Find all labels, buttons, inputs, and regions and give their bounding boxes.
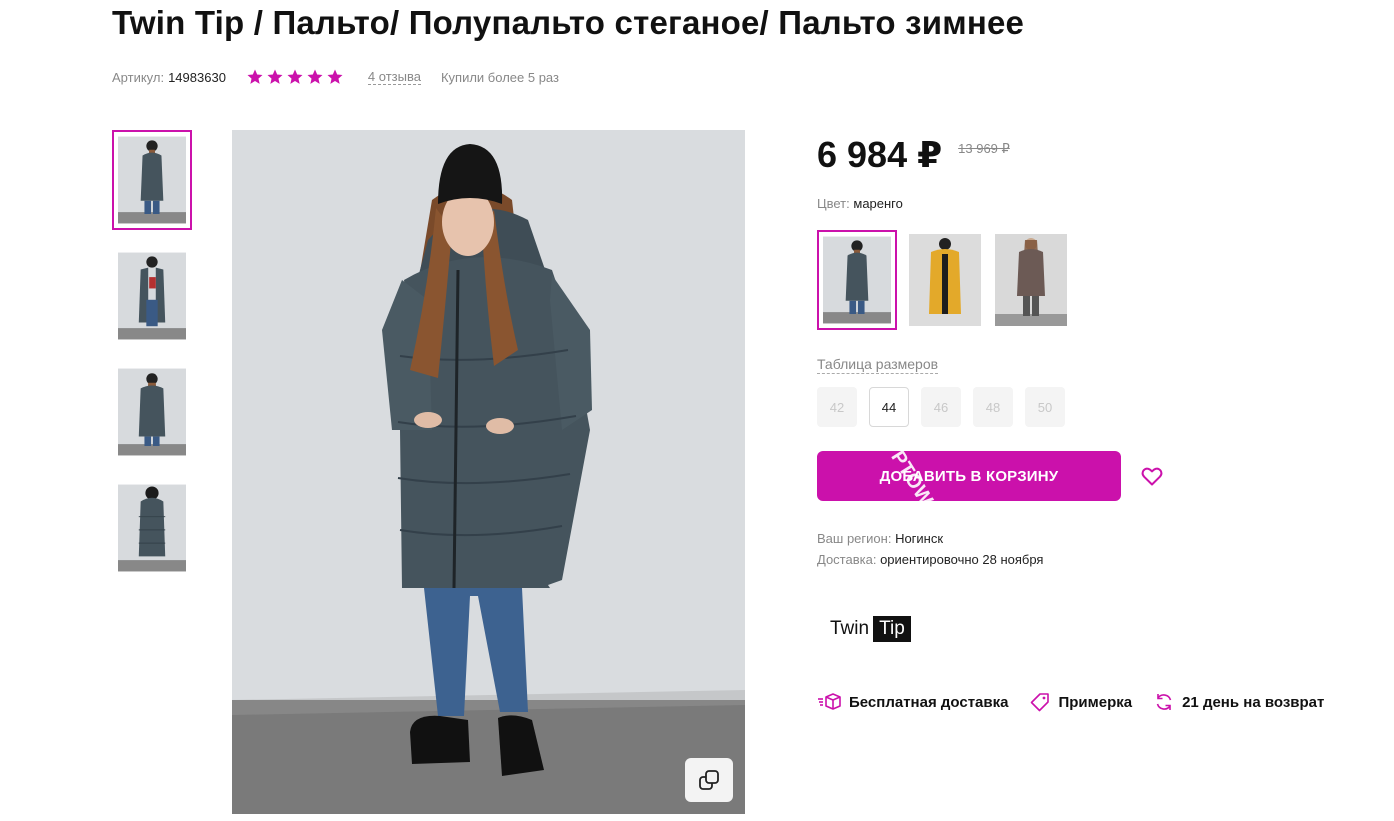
tag-icon xyxy=(1031,693,1050,712)
rating-stars xyxy=(246,68,344,86)
thumbnail-front-open[interactable] xyxy=(112,246,192,346)
size-option-50[interactable]: 50 xyxy=(1025,387,1065,427)
star-icon xyxy=(327,69,343,84)
color-label-text: Цвет: xyxy=(817,196,850,211)
old-price: 13 969 ₽ xyxy=(958,141,1010,156)
swatch-image xyxy=(909,234,981,326)
refresh-icon xyxy=(1156,694,1172,710)
product-title: Twin Tip / Пальто/ Полупальто стеганое/ … xyxy=(112,4,1025,41)
delivery-value: ориентировочно 28 ноября xyxy=(880,552,1044,567)
sku-value: 14983630 xyxy=(168,69,226,85)
thumbnail-front[interactable] xyxy=(112,130,192,230)
color-swatch-mustard[interactable] xyxy=(907,230,983,330)
swatch-image xyxy=(823,236,891,324)
favorite-heart-icon[interactable] xyxy=(1140,464,1164,488)
color-value: маренго xyxy=(853,196,903,211)
thumbnail-image xyxy=(118,252,186,340)
thumbnail-list xyxy=(112,130,192,594)
feature-label: Примерка xyxy=(1058,693,1133,711)
feature-list: Бесплатная доставка Примерка 21 день на … xyxy=(817,692,1346,712)
price-block: 6 984 ₽ 13 969 ₽ xyxy=(817,134,1010,176)
delivery-info: Доставка: ориентировочно 28 ноября xyxy=(817,552,1043,567)
product-photo xyxy=(232,130,745,814)
bought-count: Купили более 5 раз xyxy=(440,69,559,85)
star-icon xyxy=(287,69,303,84)
size-option-44[interactable]: 44 xyxy=(869,387,909,427)
region-label: Ваш регион: xyxy=(817,531,892,546)
product-meta: Артикул: 14983630 4 отзыва Купили более … xyxy=(112,66,559,88)
region-info: Ваш регион: Ногинск xyxy=(817,531,943,546)
size-option-42[interactable]: 42 xyxy=(817,387,857,427)
delivery-box-icon xyxy=(818,693,841,710)
brand-logo-part1: Twin xyxy=(830,618,870,639)
thumbnail-back[interactable] xyxy=(112,478,192,578)
size-table-link[interactable]: Таблица размеров xyxy=(817,356,939,374)
feature-free-delivery: Бесплатная доставка xyxy=(817,692,1008,712)
thumbnail-image xyxy=(118,484,186,572)
add-to-cart-button[interactable]: Добавить в корзину ptowaro xyxy=(817,451,1121,501)
color-swatch-marengo[interactable] xyxy=(817,230,897,330)
add-to-cart-label: Добавить в корзину xyxy=(879,467,1059,485)
copy-icon xyxy=(699,770,719,790)
thumbnail-image xyxy=(118,136,186,224)
color-swatch-brown[interactable] xyxy=(993,230,1069,330)
color-swatches xyxy=(817,230,1069,330)
swatch-image xyxy=(995,234,1067,326)
size-options: 42 44 46 48 50 xyxy=(817,387,1065,427)
thumbnail-front-2[interactable] xyxy=(112,362,192,462)
brand-logo-part2: Tip xyxy=(873,616,911,642)
brand-logo[interactable]: Twin Tip xyxy=(828,616,911,642)
sku-label: Артикул: xyxy=(112,69,165,85)
thumbnail-image xyxy=(118,368,186,456)
main-product-image[interactable] xyxy=(232,130,745,814)
star-icon xyxy=(247,69,263,84)
zoom-button[interactable] xyxy=(685,758,733,802)
feature-return: 21 день на возврат xyxy=(1154,692,1324,712)
size-option-46[interactable]: 46 xyxy=(921,387,961,427)
delivery-label: Доставка: xyxy=(817,552,877,567)
color-label: Цвет: маренго xyxy=(817,196,903,211)
star-icon xyxy=(267,69,283,84)
current-price: 6 984 ₽ xyxy=(817,134,943,175)
feature-fitting: Примерка xyxy=(1030,692,1132,712)
feature-label: 21 день на возврат xyxy=(1182,693,1325,711)
size-option-48[interactable]: 48 xyxy=(973,387,1013,427)
region-value[interactable]: Ногинск xyxy=(895,531,943,546)
star-icon xyxy=(307,69,323,84)
reviews-link[interactable]: 4 отзыва xyxy=(367,69,421,85)
feature-label: Бесплатная доставка xyxy=(849,693,1009,711)
